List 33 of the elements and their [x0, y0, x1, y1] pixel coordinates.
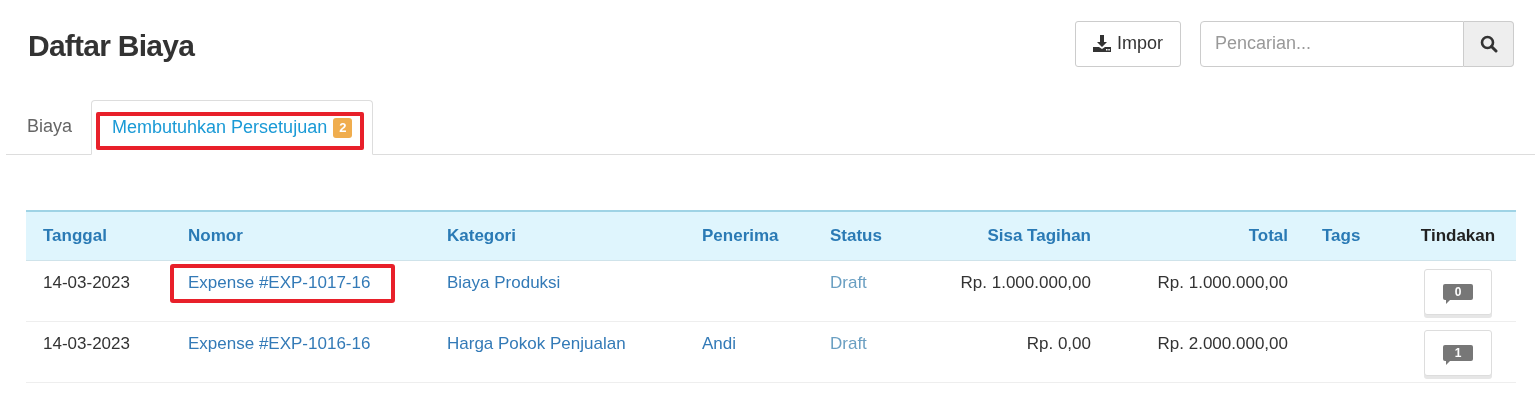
expense-link[interactable]: Expense #EXP-1016-16	[188, 333, 371, 353]
status-text: Draft	[830, 272, 867, 292]
column-header: Tags	[1322, 226, 1361, 245]
comment-button[interactable]: 0	[1424, 268, 1492, 315]
search-button[interactable]	[1464, 20, 1514, 67]
page-title: Daftar Biaya	[28, 28, 195, 64]
column-header: Total	[1248, 226, 1288, 245]
search-icon	[1479, 34, 1498, 53]
date-cell: 14-03-2023	[43, 272, 130, 292]
amount-cell: Rp. 1.000.000,00	[960, 272, 1091, 292]
column-header: Kategori	[447, 226, 516, 245]
amount-cell: Rp. 1.000.000,00	[1157, 272, 1288, 292]
amount-cell: Rp. 0,00	[1026, 333, 1091, 353]
tab[interactable]: Membutuhkan Persetujuan 2	[91, 100, 374, 155]
column-header: Nomor	[188, 226, 243, 245]
category-link[interactable]: Harga Pokok Penjualan	[447, 333, 626, 353]
column-header: Tanggal	[43, 226, 107, 245]
download-icon	[1093, 35, 1111, 52]
column-header: Status	[830, 226, 882, 245]
comment-button[interactable]: 1	[1424, 329, 1492, 376]
amount-cell: Rp. 2.000.000,00	[1157, 333, 1288, 353]
search-field[interactable]: Pencarian...	[1200, 20, 1464, 67]
expense-link[interactable]: Expense #EXP-1017-16	[188, 272, 371, 292]
count-badge: 2	[333, 117, 353, 138]
import-button[interactable]: Impor	[1075, 20, 1181, 67]
column-header: Penerima	[702, 226, 779, 245]
column-header: Tindakan	[1420, 226, 1496, 245]
payee-link[interactable]: Andi	[702, 333, 737, 353]
column-header: Sisa Tagihan	[987, 226, 1091, 245]
tab[interactable]: Biaya	[12, 99, 88, 154]
date-cell: 14-03-2023	[43, 333, 130, 353]
status-text: Draft	[830, 333, 867, 353]
category-link[interactable]: Biaya Produksi	[447, 272, 561, 292]
